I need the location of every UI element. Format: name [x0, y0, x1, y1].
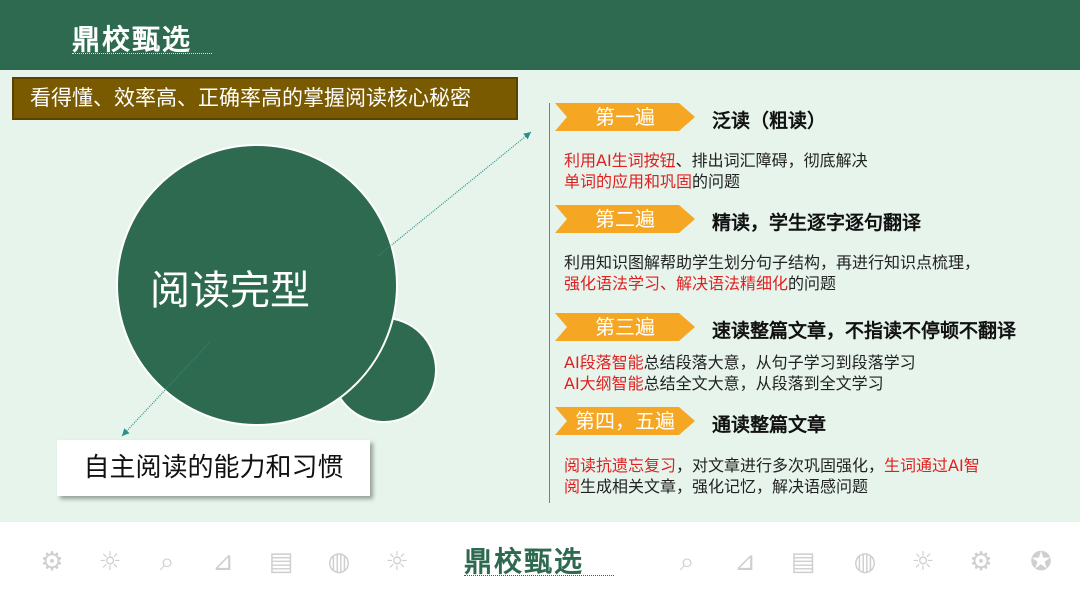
step-2-tab-label: 第二遍: [595, 207, 655, 231]
step-3-tab: 第三遍: [555, 313, 695, 341]
step-4-title: 通读整篇文章: [712, 414, 827, 436]
step-2-title: 精读，学生逐字逐句翻译: [712, 212, 922, 234]
step-4-tab-label: 第四，五遍: [575, 409, 675, 433]
step-2-tab: 第二遍: [555, 205, 695, 233]
tools-icon: ⊿: [212, 547, 234, 577]
step-3-title: 速读整篇文章，不指读不停顿不翻译: [712, 320, 1017, 342]
globe-icon: ◍: [853, 547, 877, 577]
bulb-icon: ☼: [98, 547, 122, 577]
core-label: 阅读完型: [150, 268, 310, 314]
bulb-icon: ☼: [911, 547, 935, 577]
step-2-desc: 利用知识图解帮助学生划分句子结构，再进行知识点梳理，强化语法学习、解决语法精细化…: [564, 253, 981, 293]
globe-icon: ◍: [327, 547, 351, 577]
goal-box: 自主阅读的能力和习惯: [57, 440, 370, 496]
tools-icon: ⊿: [734, 547, 756, 577]
bulb-icon: ☼: [385, 547, 409, 577]
step-1-desc: 利用AI生词按钮、排出词汇障碍，彻底解决 单词的应用和巩固的问题: [564, 151, 868, 191]
search-icon: ⌕: [159, 547, 175, 577]
document-icon: ▤: [790, 547, 816, 577]
step-3-tab-label: 第三遍: [595, 315, 655, 339]
footer-logo: 鼎校甄选: [464, 545, 585, 578]
step-4-tab: 第四，五遍: [555, 407, 695, 435]
steps-divider: [549, 103, 550, 503]
step-1-tab-label: 第一遍: [595, 105, 655, 129]
medal-icon: ✪: [1030, 547, 1052, 577]
step-1-title: 泛读（粗读）: [712, 110, 827, 132]
gears-icon: ⚙: [969, 547, 993, 577]
step-4-desc: 阅读抗遗忘复习，对文章进行多次巩固强化，生词通过AI智阅生成相关文章，强化记忆，…: [564, 456, 980, 496]
document-icon: ▤: [268, 547, 294, 577]
step-3-desc: AI段落智能总结段落大意，从句子学习到段落学习 AI大纲智能总结全文大意，从段落到…: [564, 353, 916, 393]
medal-icon: ⚙: [40, 547, 64, 577]
footer-logo-line: [464, 575, 614, 576]
arrow-to-steps: [377, 131, 532, 257]
search-icon: ⌕: [679, 547, 695, 577]
step-1-tab: 第一遍: [555, 103, 695, 131]
